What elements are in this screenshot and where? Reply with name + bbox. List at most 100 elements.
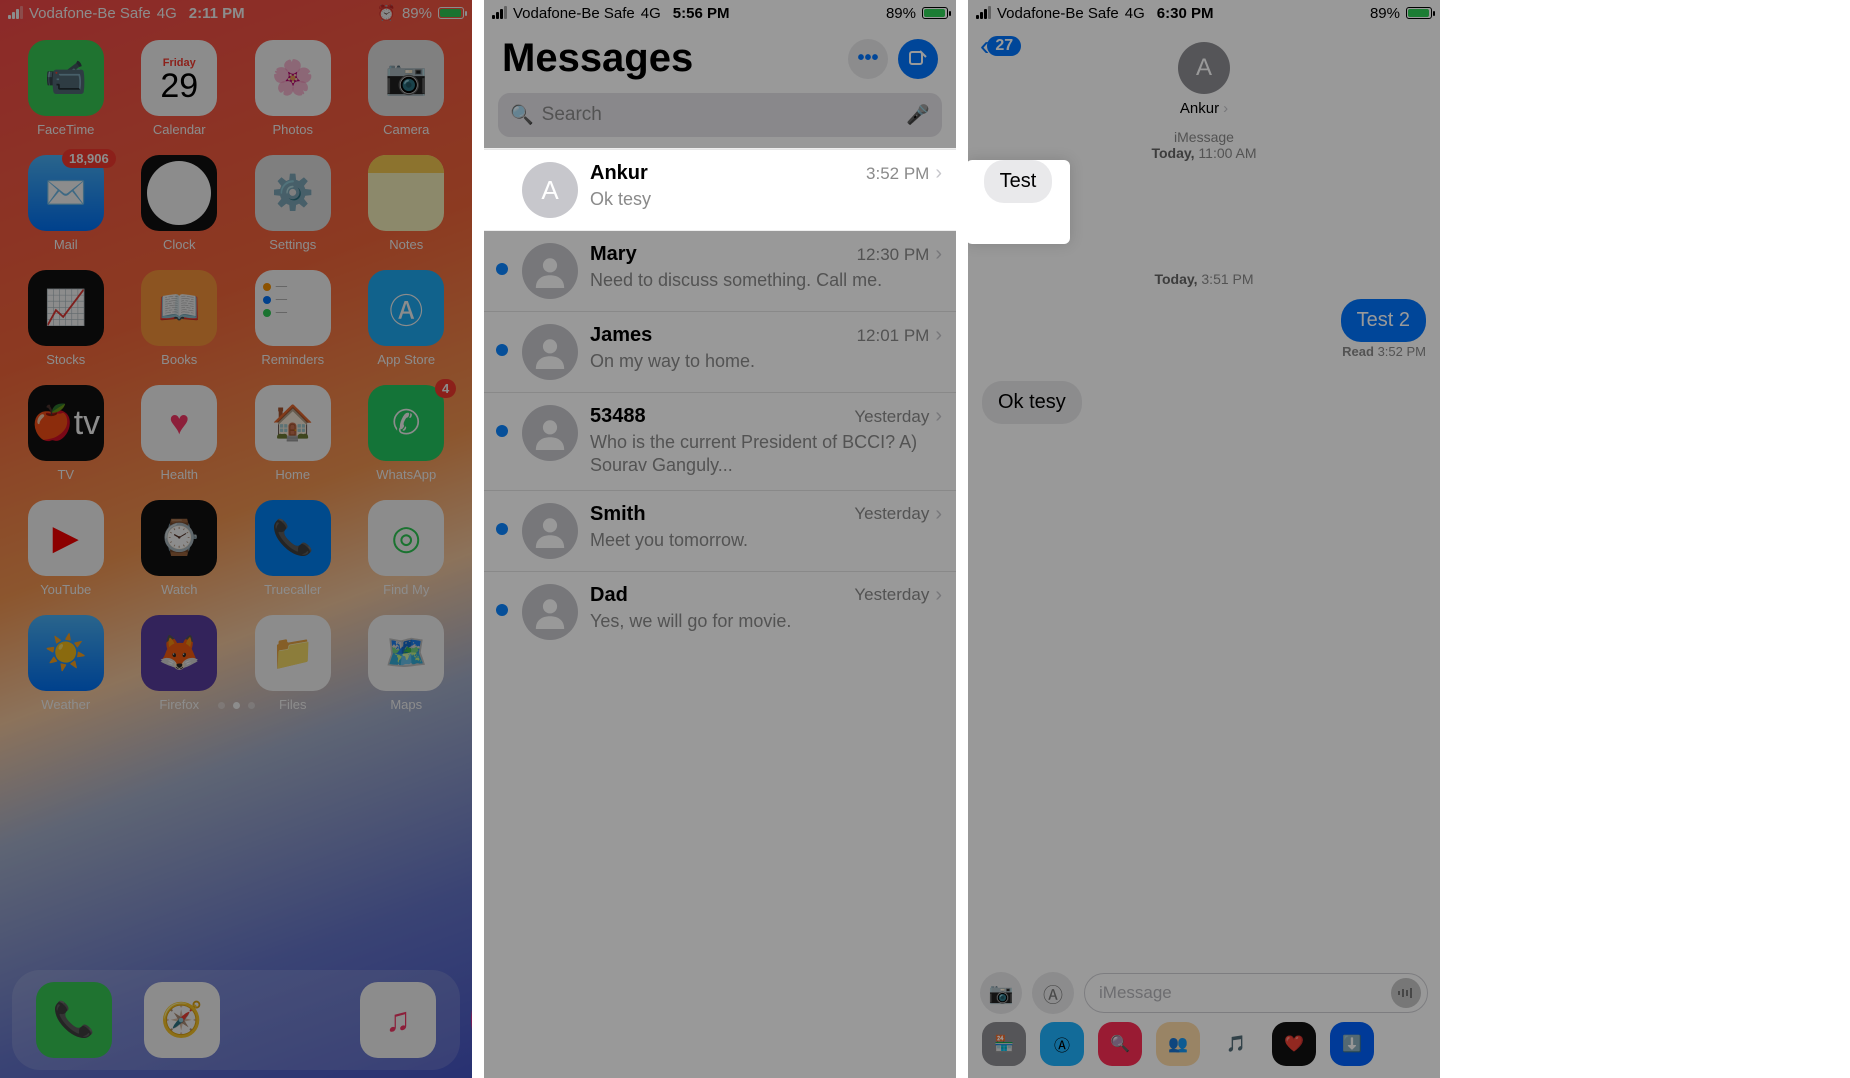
app-watch[interactable]: ⌚Watch [138,500,222,597]
app-appstore[interactable]: ⒶApp Store [365,270,449,367]
app-whatsapp[interactable]: ✆4WhatsApp [365,385,449,482]
unread-dot [496,425,508,437]
thread-row[interactable]: DadYesterday›Yes, we will go for movie. [484,571,956,652]
contact-header[interactable]: A Ankur › [968,42,1440,117]
app-music[interactable]: ♫ [360,982,436,1058]
clock-icon [141,155,217,231]
thread-preview: On my way to home. [590,350,942,373]
more-button[interactable]: ••• [848,39,888,79]
received-bubble[interactable]: Test [984,160,1053,203]
app-phone[interactable]: 📞 [36,982,112,1058]
app-books[interactable]: 📖Books [138,270,222,367]
input-placeholder: iMessage [1099,983,1172,1003]
app-label: Watch [161,582,197,597]
strip-app-0[interactable]: 🏪 [982,1022,1026,1066]
conversation-messages: iMessage Today, 11:00 AM Test Today, 3:5… [968,129,1440,428]
search-placeholder: Search [542,104,899,126]
alarm-icon: ⏰ [377,4,396,22]
chevron-right-icon: › [935,324,942,347]
mail-icon: ✉️18,906 [28,155,104,231]
app-clock[interactable]: Clock [138,155,222,252]
app-firefox[interactable]: 🦊Firefox [138,615,222,712]
app-reminders[interactable]: ──────Reminders [251,270,335,367]
strip-app-1[interactable]: Ⓐ [1040,1022,1084,1066]
signal-icon [8,7,23,19]
dictate-button[interactable] [1391,978,1421,1008]
received-bubble[interactable]: Ok tesy [982,381,1082,424]
battery-percent: 89% [402,5,432,22]
app-label: Photos [273,122,313,137]
thread-row[interactable]: James12:01 PM›On my way to home. [484,311,956,392]
notes-icon [368,155,444,231]
chevron-right-icon: › [935,243,942,266]
firefox-icon: 🦊 [141,615,217,691]
app-files[interactable]: 📁Files [251,615,335,712]
app-weather[interactable]: ☀️Weather [24,615,108,712]
files-icon: 📁 [255,615,331,691]
app-camera[interactable]: 📷Camera [365,40,449,137]
clock-label: 5:56 PM [673,5,730,22]
avatar: A [522,162,578,218]
facetime-icon: 📹 [28,40,104,116]
thread-name: Dad [590,584,854,607]
app-tv[interactable]: 🍎tvTV [24,385,108,482]
dictate-icon[interactable]: 🎤 [906,103,930,127]
app-label: Stocks [46,352,85,367]
app-strip[interactable]: 🏪 Ⓐ 🔍 👥 🎵 ❤️ ⬇️ [968,1018,1440,1070]
thread-row[interactable]: Mary12:30 PM›Need to discuss something. … [484,230,956,311]
app-label: TV [57,467,74,482]
conversation-panel: Vodafone-Be Safe 4G 6:30 PM 89% ‹ 27 A A… [968,0,1440,1078]
search-field[interactable]: 🔍 Search 🎤 [498,93,942,137]
chevron-right-icon: › [935,503,942,526]
thread-row[interactable]: 53488Yesterday›Who is the current Presid… [484,392,956,490]
app-stocks[interactable]: 📈 Stocks [24,270,108,367]
maps-icon: 🗺️ [368,615,444,691]
weather-icon: ☀️ [28,615,104,691]
calendar-icon: Friday29 [141,40,217,116]
strip-app-4[interactable]: 🎵 [1214,1022,1258,1066]
message-input[interactable]: iMessage [1084,973,1428,1013]
thread-time: Yesterday [854,504,929,524]
thread-row[interactable]: SmithYesterday›Meet you tomorrow. [484,490,956,571]
sent-bubble[interactable]: Test 2 [1341,299,1426,342]
app-mail[interactable]: ✉️18,906 Mail [24,155,108,252]
app-label: App Store [377,352,435,367]
imessage-stamp: iMessage Today, 11:00 AM [968,129,1440,161]
app-home[interactable]: 🏠Home [251,385,335,482]
unread-dot [496,263,508,275]
app-notes[interactable]: Notes [365,155,449,252]
strip-app-6[interactable]: ⬇️ [1330,1022,1374,1066]
back-button[interactable]: ‹ 27 [980,30,1021,62]
battery-percent: 89% [1370,5,1400,22]
app-settings[interactable]: ⚙️Settings [251,155,335,252]
app-maps[interactable]: 🗺️Maps [365,615,449,712]
thread-name: Ankur [590,162,866,185]
strip-app-2[interactable]: 🔍 [1098,1022,1142,1066]
app-facetime[interactable]: 📹FaceTime [24,40,108,137]
chevron-right-icon: › [935,584,942,607]
thread-name: 53488 [590,405,854,428]
stocks-icon: 📈 [28,270,104,346]
strip-app-5[interactable]: ❤️ [1272,1022,1316,1066]
app-findmy[interactable]: ◎Find My [365,500,449,597]
carrier-label: Vodafone-Be Safe [997,5,1119,22]
compose-button[interactable] [898,39,938,79]
thread-time: 3:52 PM [866,164,929,184]
app-label: Camera [383,122,429,137]
camera-button[interactable]: 📷 [980,972,1022,1014]
thread-preview: Need to discuss something. Call me. [590,269,942,292]
thread-preview: Yes, we will go for movie. [590,610,942,633]
thread-row[interactable]: AAnkur3:52 PM›Ok tesy [484,149,956,230]
app-health[interactable]: ♥Health [138,385,222,482]
app-label: Settings [269,237,316,252]
app-photos[interactable]: 🌸Photos [251,40,335,137]
appstore-button[interactable]: Ⓐ [1032,972,1074,1014]
strip-app-3[interactable]: 👥 [1156,1022,1200,1066]
app-safari[interactable]: 🧭 [144,982,220,1058]
app-label: Mail [54,237,78,252]
app-calendar[interactable]: Friday29Calendar [138,40,222,137]
app-youtube[interactable]: ▶YouTube [24,500,108,597]
app-truecaller[interactable]: 📞Truecaller [251,500,335,597]
app-messages[interactable]: 💬28 [252,982,328,1058]
page-dots[interactable] [0,702,472,709]
